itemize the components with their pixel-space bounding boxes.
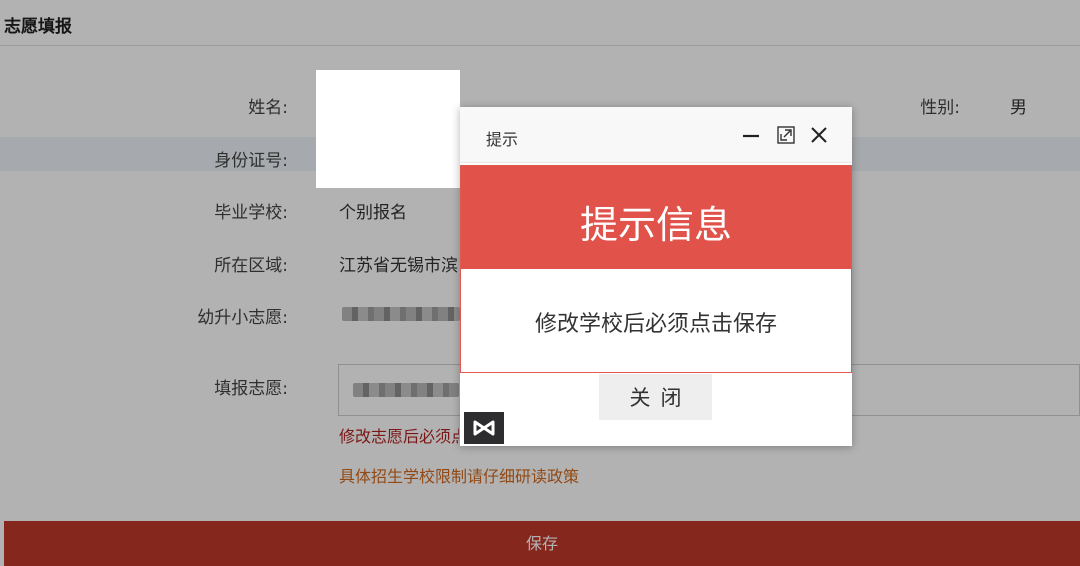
dialog-message: 修改学校后必须点击保存 <box>534 312 777 337</box>
dialog-content: 提示信息 修改学校后必须点击保存 <box>460 165 852 373</box>
dialog-banner: 提示信息 <box>461 166 851 269</box>
close-icon[interactable] <box>808 124 830 146</box>
visual-studio-icon[interactable] <box>464 412 504 444</box>
alert-dialog: 提示 提示信息 修改学校后必须点击保存 关闭 <box>460 107 852 446</box>
minimize-icon[interactable] <box>740 124 762 146</box>
maximize-icon[interactable] <box>775 124 797 146</box>
close-button[interactable]: 关闭 <box>599 374 712 420</box>
dialog-titlebar: 提示 <box>460 107 852 163</box>
dialog-banner-text: 提示信息 <box>579 203 732 247</box>
dialog-title: 提示 <box>486 130 519 149</box>
redacted-photo-area <box>316 70 460 188</box>
